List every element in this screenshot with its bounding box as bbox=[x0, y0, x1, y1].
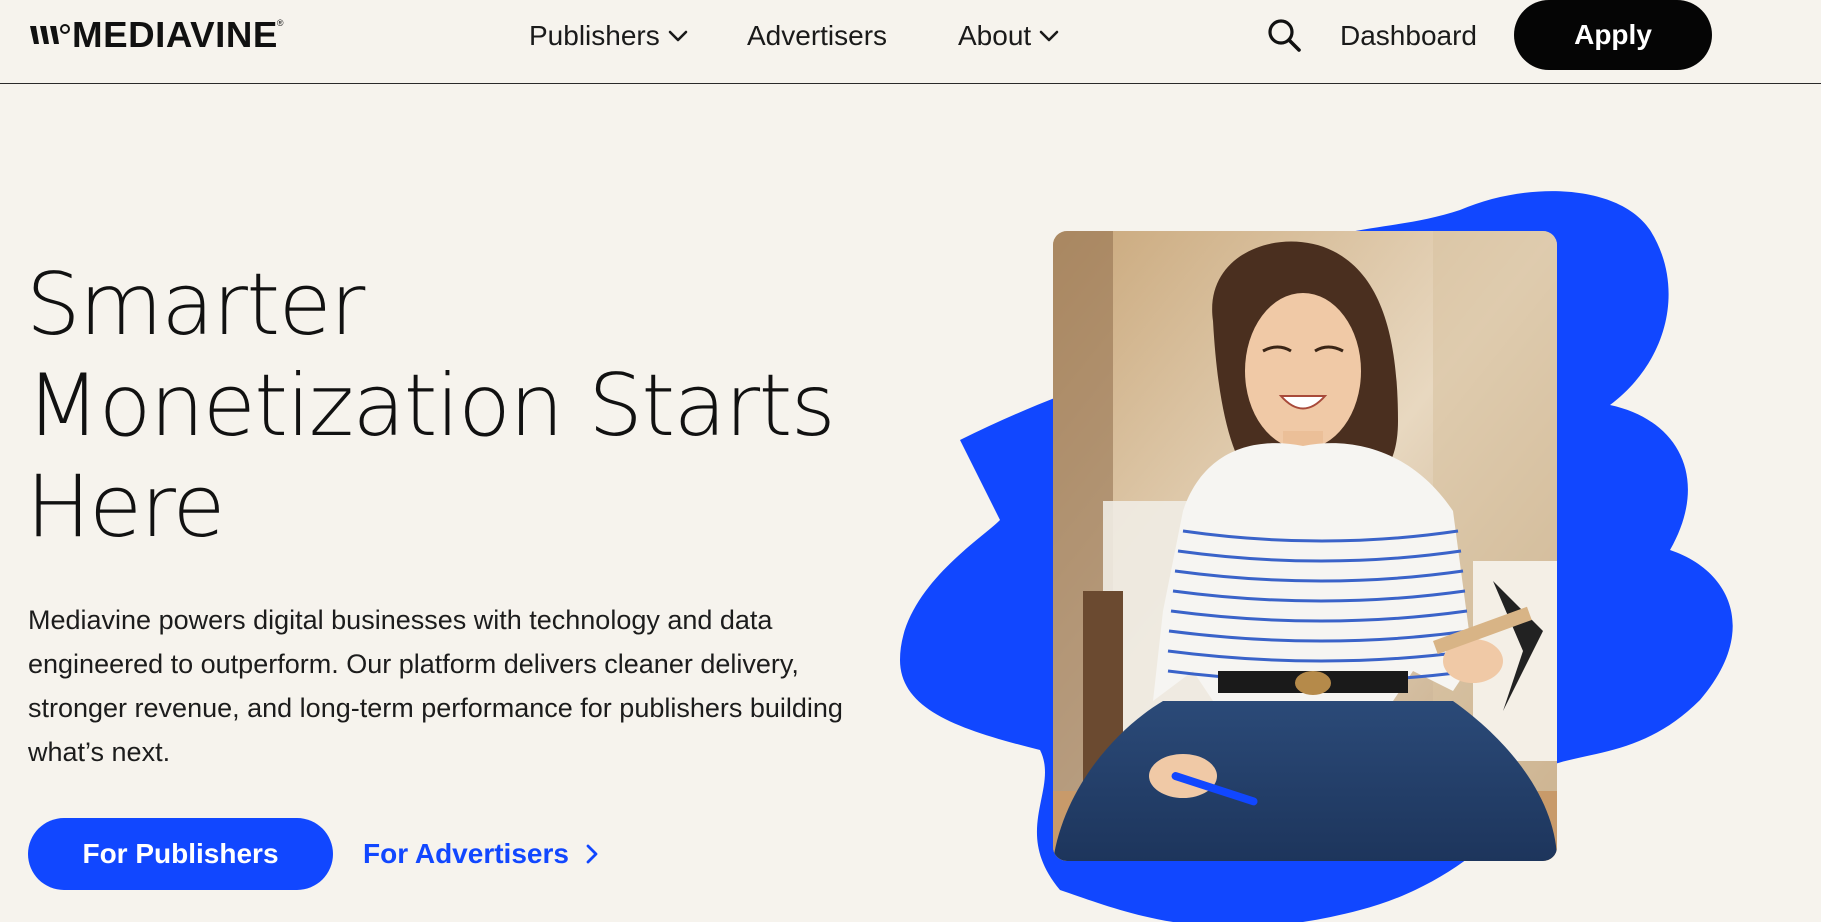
nav-advertisers-label: Advertisers bbox=[747, 20, 888, 51]
search-icon bbox=[1268, 19, 1301, 52]
search-button[interactable] bbox=[1265, 16, 1303, 54]
site-header: MEDIAVINE ® Publishers Advertisers About… bbox=[0, 0, 1821, 84]
hero-title-line-3: Here bbox=[26, 457, 225, 557]
nav-publishers[interactable]: Publishers bbox=[529, 18, 688, 54]
hero-title-line-1: Smarter bbox=[26, 255, 365, 355]
dashboard-link[interactable]: Dashboard bbox=[1340, 18, 1477, 54]
hero-title-line-2: Monetization Starts bbox=[26, 356, 836, 456]
chevron-down-icon bbox=[668, 30, 688, 42]
logo-wordmark: MEDIAVINE bbox=[71, 14, 278, 55]
hero-description: Mediavine powers digital businesses with… bbox=[28, 605, 843, 767]
nav-about[interactable]: About bbox=[958, 18, 1059, 54]
chevron-down-icon bbox=[1039, 30, 1059, 42]
for-advertisers-link[interactable]: For Advertisers bbox=[363, 832, 599, 876]
mediavine-logo[interactable]: MEDIAVINE ® bbox=[28, 14, 284, 55]
nav-publishers-label: Publishers bbox=[529, 20, 660, 51]
hero-photo bbox=[1053, 231, 1557, 861]
woman-smiling-image bbox=[1053, 231, 1557, 861]
for-publishers-button[interactable]: For Publishers bbox=[28, 818, 333, 890]
nav-about-label: About bbox=[958, 20, 1032, 51]
hero-title: Smarter Monetization Starts Here bbox=[26, 255, 846, 558]
nav-advertisers[interactable]: Advertisers bbox=[747, 18, 887, 54]
for-advertisers-label: For Advertisers bbox=[363, 838, 569, 869]
registered-mark: ® bbox=[276, 18, 284, 28]
apply-button[interactable]: Apply bbox=[1514, 0, 1712, 70]
mediavine-logo-mark-icon bbox=[30, 24, 70, 44]
chevron-right-icon bbox=[586, 844, 598, 864]
